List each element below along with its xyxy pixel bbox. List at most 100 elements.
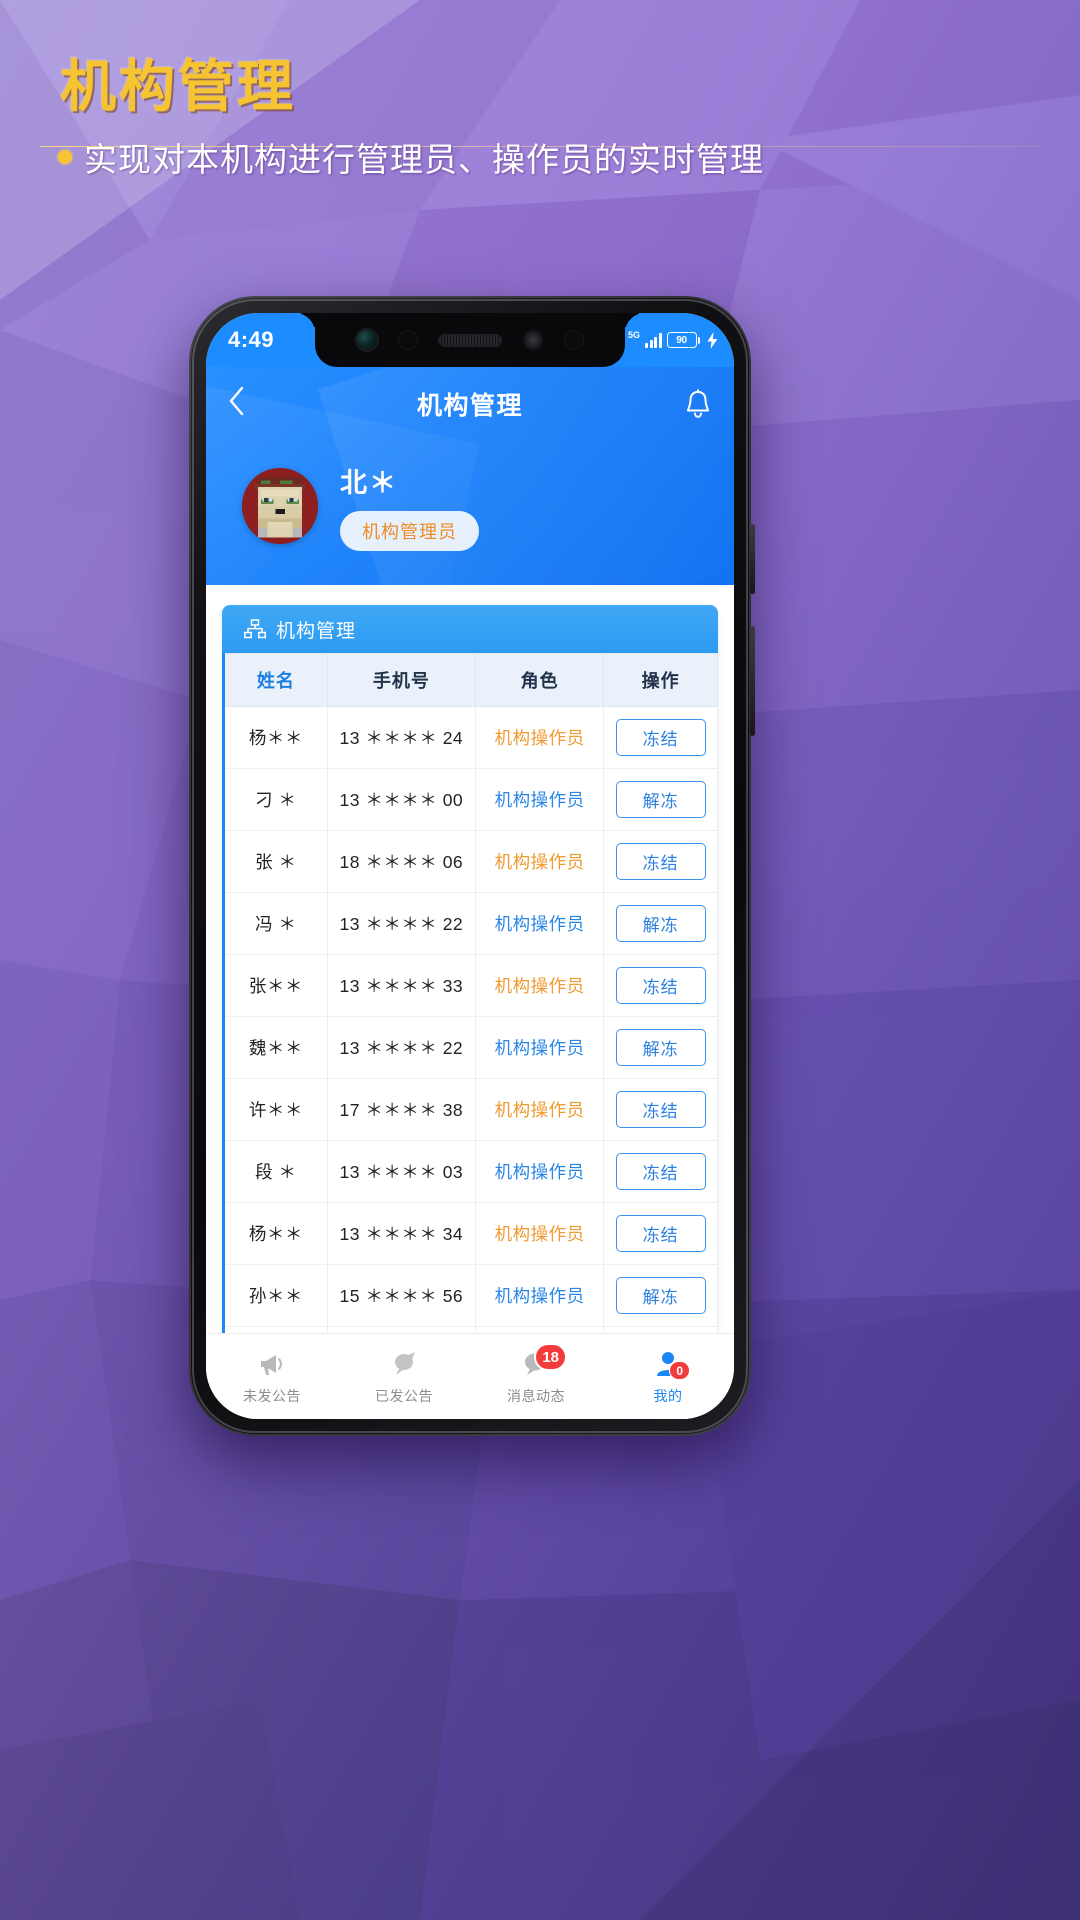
bell-icon [687,389,709,418]
profile-name: 北＊ [340,468,398,498]
tab-label: 已发公告 [375,1388,433,1404]
status-time: 4:49 [228,327,275,352]
table-row[interactable]: 张＊＊ 13 ＊＊＊＊ 33 机构操作员 冻结 [223,954,718,1017]
phone-notch [315,313,625,367]
action-button[interactable]: 解冻 [615,781,706,818]
poster-title: 机构管理 [60,55,296,120]
tab-label: 未发公告 [243,1388,301,1404]
cell-name: 刁 ＊ [223,768,328,831]
phone-screen: 4:49 5G 90 机构管理 北＊ 机构管理员 机构管理 姓名 手机号 角色 … [206,313,734,1419]
cell-action: 冻结 [603,1078,718,1141]
cell-action: 冻结 [603,1202,718,1265]
action-button[interactable]: 冻结 [615,719,706,756]
person-icon: 0 [653,1347,690,1381]
sent-notice-icon [389,1347,419,1381]
profile-info: 北＊ 机构管理员 [340,461,479,551]
chevron-left-icon [229,386,244,416]
cell-role: 机构操作员 [474,954,605,1017]
poster-subtitle-row: 实现对本机构进行管理员、操作员的实时管理 [58,133,764,181]
front-camera-icon [357,330,377,350]
bottom-tab-bar: 未发公告 已发公告 18 消息动态 0 我的 [206,1333,734,1419]
action-button[interactable]: 冻结 [615,843,706,880]
tab-item-2[interactable]: 已发公告 [338,1334,470,1419]
action-button[interactable]: 解冻 [615,1029,706,1066]
cell-role: 机构操作员 [474,1202,605,1265]
app-header: 机构管理 北＊ 机构管理员 [206,367,734,585]
tab-item-1[interactable]: 未发公告 [206,1334,338,1419]
tab-item-3[interactable]: 18 消息动态 [470,1334,602,1419]
app-navbar: 机构管理 [206,367,734,441]
cell-action: 冻结 [603,830,718,893]
column-header-phone: 手机号 [326,653,476,707]
poster-subtitle: 实现对本机构进行管理员、操作员的实时管理 [84,140,764,179]
message-icon: 18 [521,1343,567,1381]
tab-item-4[interactable]: 0 我的 [602,1334,734,1419]
table-row[interactable]: 冯 ＊ 13 ＊＊＊＊ 22 机构操作员 解冻 [223,892,718,955]
cell-action: 解冻 [603,892,718,955]
action-button[interactable]: 解冻 [615,905,706,942]
table-row[interactable]: 张 ＊ 18 ＊＊＊＊ 06 机构操作员 冻结 [223,830,718,893]
org-management-card: 机构管理 姓名 手机号 角色 操作 杨＊＊ 13 ＊＊＊＊ 24 机构操作员 冻结刁 … [222,605,718,1419]
cell-phone: 13 ＊＊＊＊ 00 [326,768,476,831]
action-button[interactable]: 冻结 [615,1215,706,1252]
cell-role: 机构操作员 [474,1078,605,1141]
cell-phone: 18 ＊＊＊＊ 06 [326,830,476,893]
table-row[interactable]: 魏＊＊ 13 ＊＊＊＊ 22 机构操作员 解冻 [223,1016,718,1079]
page-body: 机构管理 姓名 手机号 角色 操作 杨＊＊ 13 ＊＊＊＊ 24 机构操作员 冻结刁 … [206,585,734,1419]
table-row[interactable]: 杨＊＊ 13 ＊＊＊＊ 24 机构操作员 冻结 [223,706,718,769]
cell-action: 解冻 [603,1264,718,1327]
cell-role: 机构操作员 [474,892,605,955]
notification-button[interactable] [678,389,712,419]
members-table: 姓名 手机号 角色 操作 杨＊＊ 13 ＊＊＊＊ 24 机构操作员 冻结刁 ＊ 13 ＊… [222,653,718,1419]
role-badge: 机构管理员 [340,511,479,551]
cell-phone: 13 ＊＊＊＊ 24 [326,706,476,769]
cell-phone: 17 ＊＊＊＊ 38 [326,1078,476,1141]
role-text: 机构操作员 [494,852,585,872]
role-text: 机构操作员 [494,1100,585,1120]
action-button[interactable]: 冻结 [615,967,706,1004]
cell-name: 许＊＊ [223,1078,328,1141]
back-button[interactable] [228,386,262,422]
cell-phone: 13 ＊＊＊＊ 03 [326,1140,476,1203]
column-header-role: 角色 [474,653,605,707]
action-button[interactable]: 冻结 [615,1153,706,1190]
cell-phone: 13 ＊＊＊＊ 22 [326,1016,476,1079]
signal-bars-icon [645,332,662,348]
cell-phone: 13 ＊＊＊＊ 33 [326,954,476,1017]
action-button[interactable]: 解冻 [615,1277,706,1314]
page-title: 机构管理 [416,392,523,420]
role-text: 机构操作员 [494,1286,585,1306]
cell-name: 张＊＊ [223,954,328,1017]
cell-phone: 13 ＊＊＊＊ 22 [326,892,476,955]
table-row[interactable]: 许＊＊ 17 ＊＊＊＊ 38 机构操作员 冻结 [223,1078,718,1141]
earpiece-speaker-icon [439,334,501,346]
battery-level: 90 [666,332,697,348]
power-button[interactable] [750,524,755,594]
battery-icon: 90 [666,332,700,348]
cell-name: 魏＊＊ [223,1016,328,1079]
cell-name: 杨＊＊ [223,1202,328,1265]
avatar[interactable] [242,468,318,544]
cell-name: 孙＊＊ [223,1264,328,1327]
role-text: 机构操作员 [494,790,585,810]
table-row[interactable]: 刁 ＊ 13 ＊＊＊＊ 00 机构操作员 解冻 [223,768,718,831]
cell-action: 解冻 [603,1016,718,1079]
volume-button[interactable] [750,626,755,736]
cell-name: 段 ＊ [223,1140,328,1203]
cell-role: 机构操作员 [474,830,605,893]
table-row[interactable]: 段 ＊ 13 ＊＊＊＊ 03 机构操作员 冻结 [223,1140,718,1203]
table-row[interactable]: 杨＊＊ 13 ＊＊＊＊ 34 机构操作员 冻结 [223,1202,718,1265]
user-avatar-icon [242,468,318,544]
card-title: 机构管理 [276,620,357,642]
proximity-sensor-icon [523,330,543,350]
charging-bolt-icon [707,331,718,349]
action-button[interactable]: 冻结 [615,1091,706,1128]
cell-phone: 15 ＊＊＊＊ 56 [326,1264,476,1327]
role-text: 机构操作员 [494,728,585,748]
cell-role: 机构操作员 [474,706,605,769]
cell-action: 冻结 [603,1140,718,1203]
cell-role: 机构操作员 [474,1264,605,1327]
table-row[interactable]: 孙＊＊ 15 ＊＊＊＊ 56 机构操作员 解冻 [223,1264,718,1327]
card-header: 机构管理 [222,605,718,653]
column-header-action: 操作 [603,653,718,707]
